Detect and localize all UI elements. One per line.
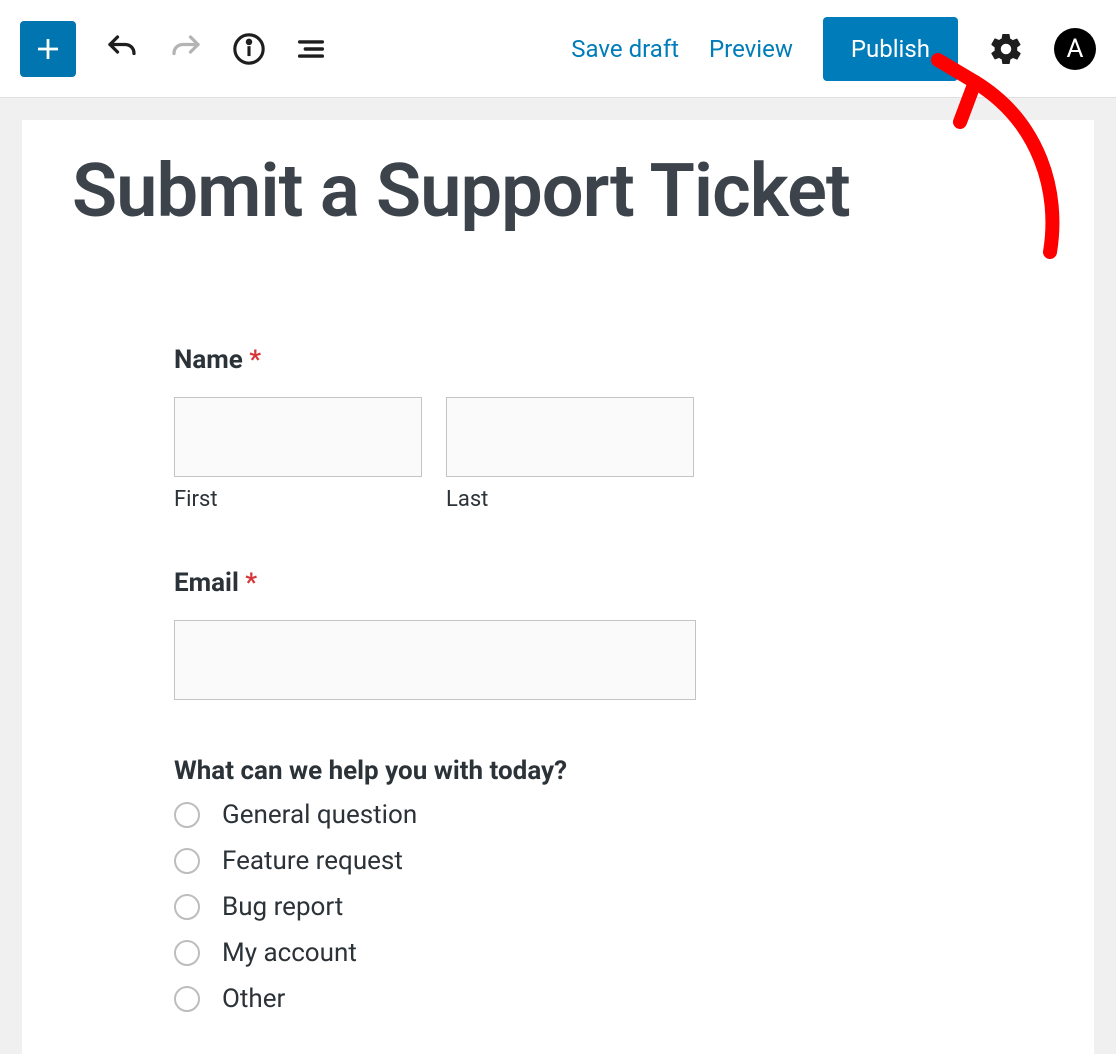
outline-button[interactable] [294,32,328,66]
info-icon [232,32,266,66]
settings-button[interactable] [988,31,1024,67]
undo-button[interactable] [104,31,140,67]
editor-toolbar: Save draft Preview Publish A [0,0,1116,98]
last-name-column: Last [446,397,694,512]
name-field-group: Name * First Last [174,345,794,512]
editor-canvas[interactable]: Submit a Support Ticket Name * First Las… [22,120,1094,1054]
last-name-sublabel: Last [446,487,694,512]
save-draft-button[interactable]: Save draft [571,35,679,63]
publish-button[interactable]: Publish [823,17,958,81]
gear-icon [988,31,1024,67]
help-option-label: My account [222,938,357,968]
name-label-text: Name [174,345,243,375]
email-label: Email * [174,568,794,598]
page-title[interactable]: Submit a Support Ticket [72,148,1044,235]
help-option-label: Other [222,984,285,1014]
first-name-input[interactable] [174,397,422,477]
redo-button[interactable] [168,31,204,67]
help-field-group: What can we help you with today? General… [174,756,794,1014]
editor-canvas-outer: Submit a Support Ticket Name * First Las… [0,98,1116,1054]
help-options-list: General question Feature request Bug rep… [174,800,794,1014]
redo-icon [168,31,204,67]
help-option-label: General question [222,800,417,830]
email-field-group: Email * [174,568,794,700]
help-option-label: Feature request [222,846,403,876]
undo-icon [104,31,140,67]
radio-icon [174,940,200,966]
add-block-button[interactable] [20,21,76,77]
avatar-letter: A [1067,34,1084,64]
info-button[interactable] [232,32,266,66]
required-mark: * [245,568,257,598]
help-label: What can we help you with today? [174,756,794,786]
first-name-sublabel: First [174,487,422,512]
email-input[interactable] [174,620,696,700]
help-option[interactable]: General question [174,800,794,830]
help-option-label: Bug report [222,892,343,922]
help-option[interactable]: Bug report [174,892,794,922]
first-name-column: First [174,397,422,512]
radio-icon [174,986,200,1012]
required-mark: * [249,345,261,375]
radio-icon [174,894,200,920]
plus-icon [33,34,63,64]
help-option[interactable]: My account [174,938,794,968]
toolbar-right-group: Save draft Preview Publish A [571,17,1096,81]
help-option[interactable]: Feature request [174,846,794,876]
radio-icon [174,848,200,874]
preview-button[interactable]: Preview [709,35,793,63]
plugin-avatar-button[interactable]: A [1054,28,1096,70]
radio-icon [174,802,200,828]
help-option[interactable]: Other [174,984,794,1014]
support-form: Name * First Last Email [174,345,794,1014]
email-label-text: Email [174,568,239,598]
outline-icon [294,32,328,66]
name-label: Name * [174,345,794,375]
last-name-input[interactable] [446,397,694,477]
toolbar-left-group [20,21,328,77]
